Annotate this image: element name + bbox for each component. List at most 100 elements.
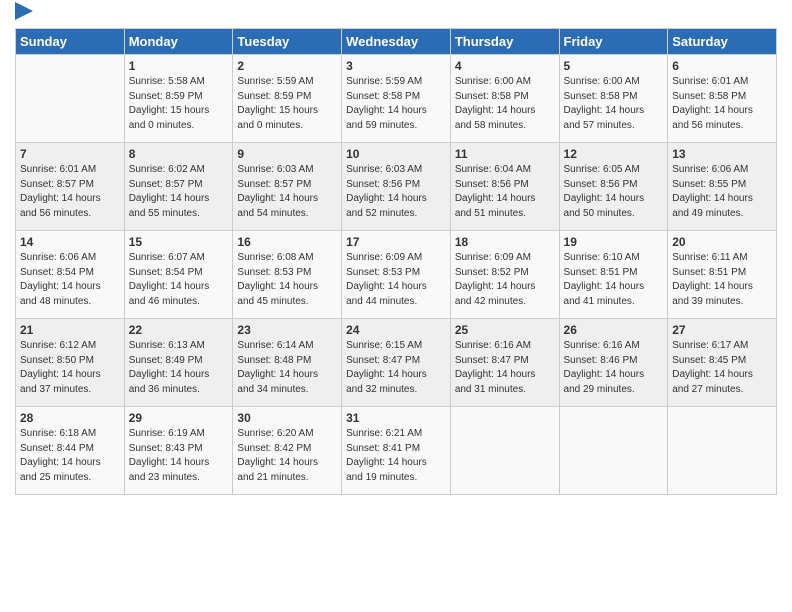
day-info: Sunrise: 6:10 AM Sunset: 8:51 PM Dayligh… bbox=[564, 251, 664, 309]
week-row-5: 28 Sunrise: 6:18 AM Sunset: 8:44 PM Dayli… bbox=[16, 407, 777, 495]
calendar-cell: 22 Sunrise: 6:13 AM Sunset: 8:49 PM Dayli… bbox=[124, 319, 233, 407]
calendar-cell: 14 Sunrise: 6:06 AM Sunset: 8:54 PM Dayli… bbox=[16, 231, 125, 319]
day-info: Sunrise: 5:59 AM Sunset: 8:59 PM Dayligh… bbox=[237, 75, 337, 133]
day-header-monday: Monday bbox=[124, 29, 233, 55]
day-number: 27 bbox=[672, 323, 772, 337]
day-number: 19 bbox=[564, 235, 664, 249]
day-info: Sunrise: 6:15 AM Sunset: 8:47 PM Dayligh… bbox=[346, 339, 446, 397]
day-info: Sunrise: 6:09 AM Sunset: 8:52 PM Dayligh… bbox=[455, 251, 555, 309]
calendar-cell: 7 Sunrise: 6:01 AM Sunset: 8:57 PM Daylig… bbox=[16, 143, 125, 231]
day-info: Sunrise: 6:07 AM Sunset: 8:54 PM Dayligh… bbox=[129, 251, 229, 309]
day-info: Sunrise: 5:58 AM Sunset: 8:59 PM Dayligh… bbox=[129, 75, 229, 133]
calendar-cell: 21 Sunrise: 6:12 AM Sunset: 8:50 PM Dayli… bbox=[16, 319, 125, 407]
day-info: Sunrise: 6:03 AM Sunset: 8:57 PM Dayligh… bbox=[237, 163, 337, 221]
calendar-cell: 17 Sunrise: 6:09 AM Sunset: 8:53 PM Dayli… bbox=[342, 231, 451, 319]
calendar-cell bbox=[559, 407, 668, 495]
calendar-cell: 4 Sunrise: 6:00 AM Sunset: 8:58 PM Daylig… bbox=[450, 55, 559, 143]
day-number: 16 bbox=[237, 235, 337, 249]
calendar-cell: 19 Sunrise: 6:10 AM Sunset: 8:51 PM Dayli… bbox=[559, 231, 668, 319]
day-info: Sunrise: 6:04 AM Sunset: 8:56 PM Dayligh… bbox=[455, 163, 555, 221]
day-info: Sunrise: 6:16 AM Sunset: 8:47 PM Dayligh… bbox=[455, 339, 555, 397]
calendar-cell: 15 Sunrise: 6:07 AM Sunset: 8:54 PM Dayli… bbox=[124, 231, 233, 319]
day-number: 14 bbox=[20, 235, 120, 249]
day-number: 6 bbox=[672, 59, 772, 73]
calendar-cell: 12 Sunrise: 6:05 AM Sunset: 8:56 PM Dayli… bbox=[559, 143, 668, 231]
calendar-cell: 27Sunrise: 6:17 AM Sunset: 8:45 PM Dayli… bbox=[668, 319, 777, 407]
day-number: 25 bbox=[455, 323, 555, 337]
week-row-4: 21 Sunrise: 6:12 AM Sunset: 8:50 PM Dayli… bbox=[16, 319, 777, 407]
day-number: 30 bbox=[237, 411, 337, 425]
day-info: Sunrise: 6:16 AM Sunset: 8:46 PM Dayligh… bbox=[564, 339, 664, 397]
logo: General Blue bbox=[15, 10, 33, 20]
calendar-cell: 29 Sunrise: 6:19 AM Sunset: 8:43 PM Dayli… bbox=[124, 407, 233, 495]
day-info: Sunrise: 6:06 AM Sunset: 8:54 PM Dayligh… bbox=[20, 251, 120, 309]
calendar-cell: 10 Sunrise: 6:03 AM Sunset: 8:56 PM Dayli… bbox=[342, 143, 451, 231]
day-info: Sunrise: 6:19 AM Sunset: 8:43 PM Dayligh… bbox=[129, 427, 229, 485]
day-number: 7 bbox=[20, 147, 120, 161]
day-number: 1 bbox=[129, 59, 229, 73]
day-number: 29 bbox=[129, 411, 229, 425]
calendar-cell: 16 Sunrise: 6:08 AM Sunset: 8:53 PM Dayli… bbox=[233, 231, 342, 319]
day-info: Sunrise: 6:05 AM Sunset: 8:56 PM Dayligh… bbox=[564, 163, 664, 221]
calendar-cell: 31 Sunrise: 6:21 AM Sunset: 8:41 PM Dayli… bbox=[342, 407, 451, 495]
day-info: Sunrise: 6:01 AM Sunset: 8:58 PM Dayligh… bbox=[672, 75, 772, 133]
day-info: Sunrise: 6:01 AM Sunset: 8:57 PM Dayligh… bbox=[20, 163, 120, 221]
calendar-cell: 20Sunrise: 6:11 AM Sunset: 8:51 PM Dayli… bbox=[668, 231, 777, 319]
calendar-cell: 26 Sunrise: 6:16 AM Sunset: 8:46 PM Dayli… bbox=[559, 319, 668, 407]
day-number: 12 bbox=[564, 147, 664, 161]
day-info: Sunrise: 5:59 AM Sunset: 8:58 PM Dayligh… bbox=[346, 75, 446, 133]
calendar-cell: 30 Sunrise: 6:20 AM Sunset: 8:42 PM Dayli… bbox=[233, 407, 342, 495]
day-number: 31 bbox=[346, 411, 446, 425]
day-info: Sunrise: 6:21 AM Sunset: 8:41 PM Dayligh… bbox=[346, 427, 446, 485]
day-number: 21 bbox=[20, 323, 120, 337]
day-info: Sunrise: 6:20 AM Sunset: 8:42 PM Dayligh… bbox=[237, 427, 337, 485]
day-number: 10 bbox=[346, 147, 446, 161]
calendar-cell bbox=[450, 407, 559, 495]
calendar-cell: 24 Sunrise: 6:15 AM Sunset: 8:47 PM Dayli… bbox=[342, 319, 451, 407]
day-number: 3 bbox=[346, 59, 446, 73]
day-number: 26 bbox=[564, 323, 664, 337]
day-number: 28 bbox=[20, 411, 120, 425]
calendar-cell: 23 Sunrise: 6:14 AM Sunset: 8:48 PM Dayli… bbox=[233, 319, 342, 407]
calendar-cell: 3 Sunrise: 5:59 AM Sunset: 8:58 PM Daylig… bbox=[342, 55, 451, 143]
calendar-cell: 9 Sunrise: 6:03 AM Sunset: 8:57 PM Daylig… bbox=[233, 143, 342, 231]
logo-arrow-icon bbox=[15, 2, 33, 20]
day-number: 23 bbox=[237, 323, 337, 337]
day-info: Sunrise: 6:13 AM Sunset: 8:49 PM Dayligh… bbox=[129, 339, 229, 397]
calendar-cell bbox=[668, 407, 777, 495]
day-info: Sunrise: 6:03 AM Sunset: 8:56 PM Dayligh… bbox=[346, 163, 446, 221]
day-header-saturday: Saturday bbox=[668, 29, 777, 55]
day-header-friday: Friday bbox=[559, 29, 668, 55]
day-number: 17 bbox=[346, 235, 446, 249]
day-number: 13 bbox=[672, 147, 772, 161]
day-number: 5 bbox=[564, 59, 664, 73]
day-number: 24 bbox=[346, 323, 446, 337]
header: General Blue bbox=[15, 10, 777, 20]
calendar-cell: 8Sunrise: 6:02 AM Sunset: 8:57 PM Daylig… bbox=[124, 143, 233, 231]
day-number: 15 bbox=[129, 235, 229, 249]
day-info: Sunrise: 6:00 AM Sunset: 8:58 PM Dayligh… bbox=[564, 75, 664, 133]
day-number: 4 bbox=[455, 59, 555, 73]
day-number: 22 bbox=[129, 323, 229, 337]
calendar-cell: 2 Sunrise: 5:59 AM Sunset: 8:59 PM Daylig… bbox=[233, 55, 342, 143]
day-header-thursday: Thursday bbox=[450, 29, 559, 55]
calendar-cell: 1 Sunrise: 5:58 AM Sunset: 8:59 PM Daylig… bbox=[124, 55, 233, 143]
day-number: 18 bbox=[455, 235, 555, 249]
week-row-2: 7 Sunrise: 6:01 AM Sunset: 8:57 PM Daylig… bbox=[16, 143, 777, 231]
day-info: Sunrise: 6:02 AM Sunset: 8:57 PM Dayligh… bbox=[129, 163, 229, 221]
day-info: Sunrise: 6:08 AM Sunset: 8:53 PM Dayligh… bbox=[237, 251, 337, 309]
day-info: Sunrise: 6:14 AM Sunset: 8:48 PM Dayligh… bbox=[237, 339, 337, 397]
week-row-3: 14 Sunrise: 6:06 AM Sunset: 8:54 PM Dayli… bbox=[16, 231, 777, 319]
day-info: Sunrise: 6:18 AM Sunset: 8:44 PM Dayligh… bbox=[20, 427, 120, 485]
calendar-cell bbox=[16, 55, 125, 143]
calendar-cell: 13Sunrise: 6:06 AM Sunset: 8:55 PM Dayli… bbox=[668, 143, 777, 231]
day-number: 2 bbox=[237, 59, 337, 73]
week-row-1: 1 Sunrise: 5:58 AM Sunset: 8:59 PM Daylig… bbox=[16, 55, 777, 143]
day-info: Sunrise: 6:09 AM Sunset: 8:53 PM Dayligh… bbox=[346, 251, 446, 309]
day-header-wednesday: Wednesday bbox=[342, 29, 451, 55]
day-info: Sunrise: 6:12 AM Sunset: 8:50 PM Dayligh… bbox=[20, 339, 120, 397]
day-number: 9 bbox=[237, 147, 337, 161]
page-container: General Blue SundayMondayTuesdayWednesda… bbox=[0, 0, 792, 505]
day-info: Sunrise: 6:00 AM Sunset: 8:58 PM Dayligh… bbox=[455, 75, 555, 133]
calendar-cell: 28 Sunrise: 6:18 AM Sunset: 8:44 PM Dayli… bbox=[16, 407, 125, 495]
